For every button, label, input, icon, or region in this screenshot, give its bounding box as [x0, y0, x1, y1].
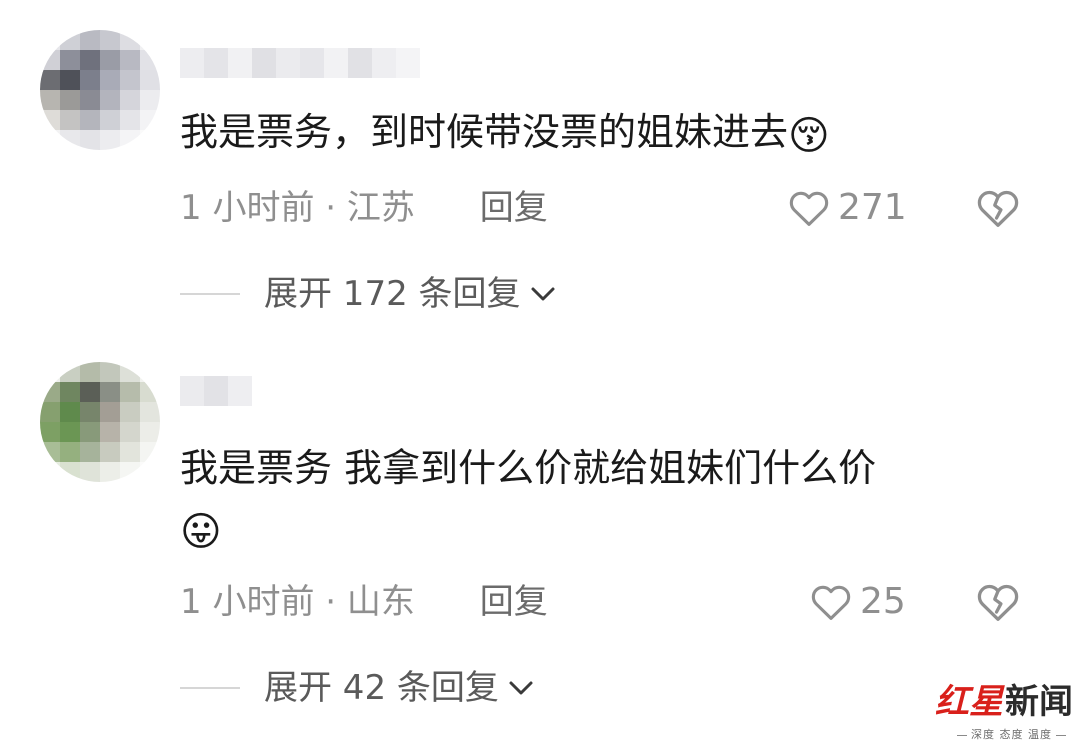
avatar[interactable]	[40, 30, 160, 150]
comment-body: 我是票务，到时候带没票的姐妹进去	[180, 110, 789, 154]
expand-replies-button[interactable]: 展开 172 条回复	[180, 274, 557, 314]
heart-eyes-tongue-emoji: 😛	[180, 509, 222, 555]
chevron-down-icon	[509, 681, 533, 695]
comment-list: 我是票务，到时候带没票的姐妹进去😚 1 小时前 · 江苏 回复 271 展开 1…	[0, 0, 1080, 749]
meta-separator: ·	[325, 582, 337, 622]
meta-separator: ·	[325, 188, 337, 228]
like-button[interactable]: 25	[810, 582, 906, 622]
watermark-brand-dark: 新闻	[1005, 682, 1073, 722]
reply-button[interactable]: 回复	[480, 188, 548, 228]
brand-watermark: 红星新闻 深度 态度 温度	[935, 680, 1075, 746]
comment-text: 我是票务，到时候带没票的姐妹进去😚	[180, 108, 830, 160]
username-redacted[interactable]	[180, 48, 420, 78]
like-count: 25	[860, 581, 906, 622]
heart-outline-icon	[789, 191, 829, 226]
comment-text: 我是票务 我拿到什么价就给姐妹们什么价	[180, 444, 876, 492]
expand-replies-label: 展开 172 条回复	[264, 274, 521, 314]
watermark-brand-red: 红星	[935, 682, 1003, 722]
comment-meta: 1 小时前 · 江苏 回复	[180, 188, 548, 228]
divider-line	[180, 687, 240, 689]
comment-text-emoji-line: 😛	[180, 504, 222, 556]
avatar[interactable]	[40, 362, 160, 482]
kiss-heart-eyes-emoji: 😚	[788, 113, 830, 159]
like-button[interactable]: 271	[788, 188, 907, 228]
expand-replies-button[interactable]: 展开 42 条回复	[180, 668, 535, 708]
username-redacted[interactable]	[180, 376, 252, 406]
broken-heart-icon[interactable]	[976, 188, 1020, 228]
comment-time: 1 小时前	[180, 582, 315, 622]
watermark-slogan: 深度 态度 温度	[953, 726, 1070, 742]
divider-line	[180, 293, 240, 295]
comment-time: 1 小时前	[180, 188, 315, 228]
expand-replies-label: 展开 42 条回复	[264, 668, 499, 708]
reply-button[interactable]: 回复	[480, 582, 548, 622]
broken-heart-icon[interactable]	[976, 582, 1020, 622]
watermark-logo: 红星新闻	[935, 680, 1073, 724]
chevron-down-icon	[531, 287, 555, 301]
comment-location: 江苏	[346, 188, 415, 228]
comment-body: 我是票务 我拿到什么价就给姐妹们什么价	[180, 446, 877, 490]
comment-meta: 1 小时前 · 山东 回复	[180, 582, 548, 622]
heart-outline-icon	[811, 585, 851, 620]
comment-location: 山东	[346, 582, 415, 622]
like-count: 271	[838, 187, 907, 228]
